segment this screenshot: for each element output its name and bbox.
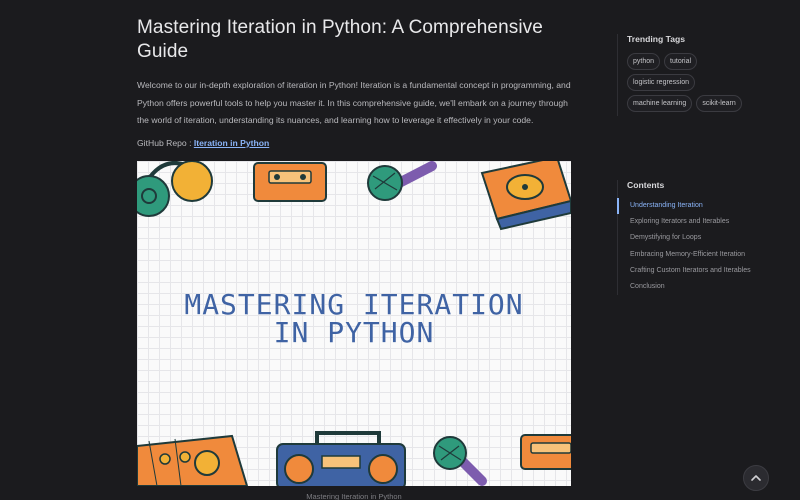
figure-caption: Mastering Iteration in Python (306, 491, 402, 500)
tag-list: python tutorial logistic regression mach… (627, 53, 762, 116)
tag-machine-learning[interactable]: machine learning (627, 95, 693, 112)
turntable-icon (480, 160, 571, 230)
page: Mastering Iteration in Python: A Compreh… (0, 0, 800, 500)
hero-figure: MASTERING ITERATION IN PYTHON Mastering … (137, 160, 571, 500)
table-of-contents: Contents Understanding Iteration Explori… (617, 180, 787, 296)
page-title: Mastering Iteration in Python: A Compreh… (137, 17, 543, 62)
tag-python[interactable]: python (627, 53, 661, 70)
microphone-icon (433, 435, 487, 486)
toc-list: Understanding Iteration Exploring Iterat… (617, 198, 787, 295)
toc-item[interactable]: Understanding Iteration (617, 198, 787, 215)
article: Mastering Iteration in Python: A Compreh… (137, 16, 571, 500)
toc-item[interactable]: Embracing Memory-Efficient Iteration (617, 247, 787, 263)
tag-logistic-regression[interactable]: logistic regression (627, 74, 696, 91)
hero-title-line2: IN PYTHON (273, 315, 435, 349)
hero-image: MASTERING ITERATION IN PYTHON (137, 160, 571, 486)
intro-paragraph: Welcome to our in-depth exploration of i… (137, 80, 571, 125)
toc-item[interactable]: Demystifying for Loops (617, 230, 787, 246)
repo-link[interactable]: Iteration in Python (194, 138, 269, 148)
hero-title-line1: MASTERING ITERATION (184, 287, 524, 321)
toc-item[interactable]: Conclusion (617, 279, 787, 295)
contents-heading: Contents (627, 180, 665, 190)
microphone-icon (367, 160, 437, 201)
tag-tutorial[interactable]: tutorial (664, 53, 698, 70)
chevron-up-icon (751, 475, 761, 481)
toc-item[interactable]: Exploring Iterators and Iterables (617, 214, 787, 230)
mixer-icon (137, 434, 249, 486)
repo-prefix: GitHub Repo : (137, 137, 194, 148)
cassette-icon (520, 433, 571, 470)
cassette-icon (253, 161, 327, 202)
sidebar: Trending Tags python tutorial logistic r… (617, 34, 787, 296)
headphones-icon (137, 160, 213, 217)
tag-scikit-learn[interactable]: scikit-learn (696, 95, 742, 112)
toc-item[interactable]: Crafting Custom Iterators and Iterables (617, 263, 787, 279)
scroll-to-top-button[interactable] (743, 465, 769, 491)
boombox-icon (276, 430, 406, 486)
repo-line: GitHub Repo : Iteration in Python (137, 138, 571, 148)
tags-heading: Trending Tags (627, 34, 686, 44)
hero-title: MASTERING ITERATION IN PYTHON (137, 287, 571, 349)
trending-tags: Trending Tags python tutorial logistic r… (617, 34, 787, 116)
